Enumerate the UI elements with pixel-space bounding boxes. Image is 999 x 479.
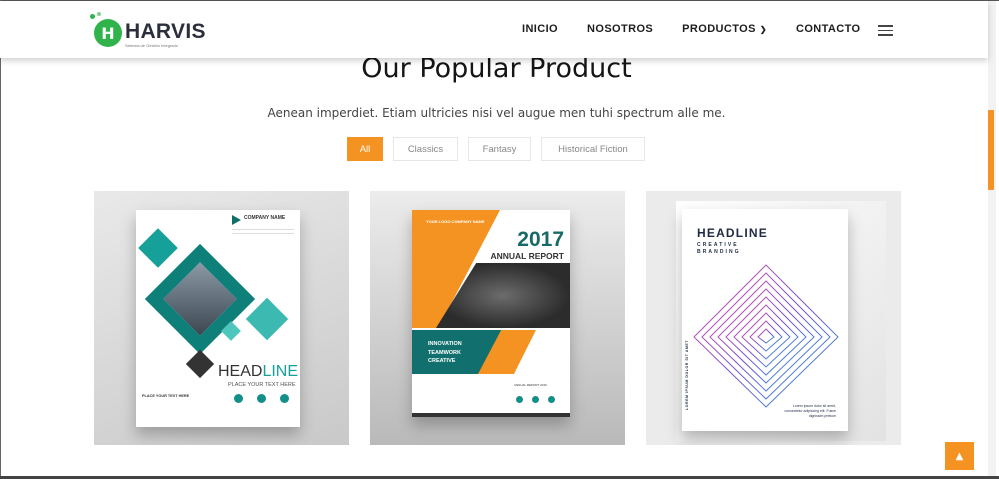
- cover-footer: ANNUAL REPORT 2016: [514, 383, 547, 387]
- nav-item-productos[interactable]: PRODUCTOS ❯: [682, 23, 767, 35]
- cover-logo-text: YOUR LOGO COMPANY NAME: [426, 219, 485, 224]
- book-cover-1: COMPANY NAME HEADLINE PLACE YOUR TEXT HE…: [136, 210, 300, 427]
- section-subtitle: Aenean imperdiet. Etiam ultricies nisi v…: [267, 106, 726, 120]
- nav-item-nosotros[interactable]: NOSOTROS: [587, 23, 653, 35]
- cover-tags: INNOVATION TEAMWORK CREATIVE: [428, 341, 462, 364]
- logo-icon: H: [90, 12, 122, 47]
- cover-placeholder: PLACE YOUR TEXT HERE: [228, 382, 296, 388]
- cover-headline: HEADLINE: [218, 363, 299, 380]
- cover-small-text: PLACE YOUR TEXT HERE: [142, 394, 190, 398]
- scroll-to-top-button[interactable]: ▲: [945, 442, 974, 470]
- cover-year: 2017: [517, 228, 564, 251]
- decor-diamond: [245, 297, 289, 341]
- product-card-3[interactable]: HEADLINE CREATIVE BRANDING LOREM IPSUM D…: [646, 191, 901, 445]
- site-header: H HARVIS Sistema de Gestión Integrado IN…: [0, 1, 988, 58]
- decor-diamond: [185, 349, 215, 379]
- cover-company-name: COMPANY NAME: [244, 215, 286, 221]
- site-logo[interactable]: H HARVIS Sistema de Gestión Integrado: [90, 12, 206, 48]
- hamburger-menu-icon[interactable]: [878, 25, 893, 39]
- cover-body-text: Lorem ipsum dolor sit amet, consectetur …: [784, 404, 836, 418]
- product-card-1[interactable]: COMPANY NAME HEADLINE PLACE YOUR TEXT HE…: [94, 191, 349, 445]
- cover-subtitle: CREATIVE BRANDING: [697, 242, 741, 255]
- category-filters: All Classics Fantasy Historical Fiction: [347, 137, 655, 161]
- nav-item-contacto[interactable]: CONTACTO: [796, 23, 861, 35]
- chevron-down-icon: ❯: [759, 24, 767, 34]
- cover-icons: [234, 394, 300, 403]
- logo-title: HARVIS: [125, 20, 206, 43]
- filter-all-button[interactable]: All: [347, 137, 383, 161]
- cover-icons: [516, 396, 564, 403]
- nav-item-inicio[interactable]: INICIO: [522, 23, 558, 35]
- play-triangle-icon: [232, 215, 241, 225]
- cover-title: ANNUAL REPORT: [490, 251, 564, 261]
- book-cover-3: HEADLINE CREATIVE BRANDING LOREM IPSUM D…: [682, 209, 848, 431]
- filter-classics-button[interactable]: Classics: [393, 137, 458, 161]
- cover-vertical-text: LOREM IPSUM DOLOR SIT AMET: [684, 340, 689, 410]
- product-card-2[interactable]: YOUR LOGO COMPANY NAME 2017 ANNUAL REPOR…: [370, 191, 625, 445]
- logo-tagline: Sistema de Gestión Integrado: [125, 43, 178, 48]
- book-cover-2: YOUR LOGO COMPANY NAME 2017 ANNUAL REPOR…: [412, 210, 570, 417]
- cover-headline: HEADLINE: [697, 226, 768, 240]
- filter-fantasy-button[interactable]: Fantasy: [468, 137, 531, 161]
- scrollbar-thumb[interactable]: [988, 110, 994, 190]
- filter-historical-fiction-button[interactable]: Historical Fiction: [541, 137, 645, 161]
- decor-diamond: [138, 228, 178, 268]
- chevron-up-icon: ▲: [955, 450, 964, 462]
- geometric-diamond-graphic: [693, 264, 839, 408]
- main-nav: INICIO NOSOTROS PRODUCTOS ❯ CONTACTO: [522, 23, 889, 35]
